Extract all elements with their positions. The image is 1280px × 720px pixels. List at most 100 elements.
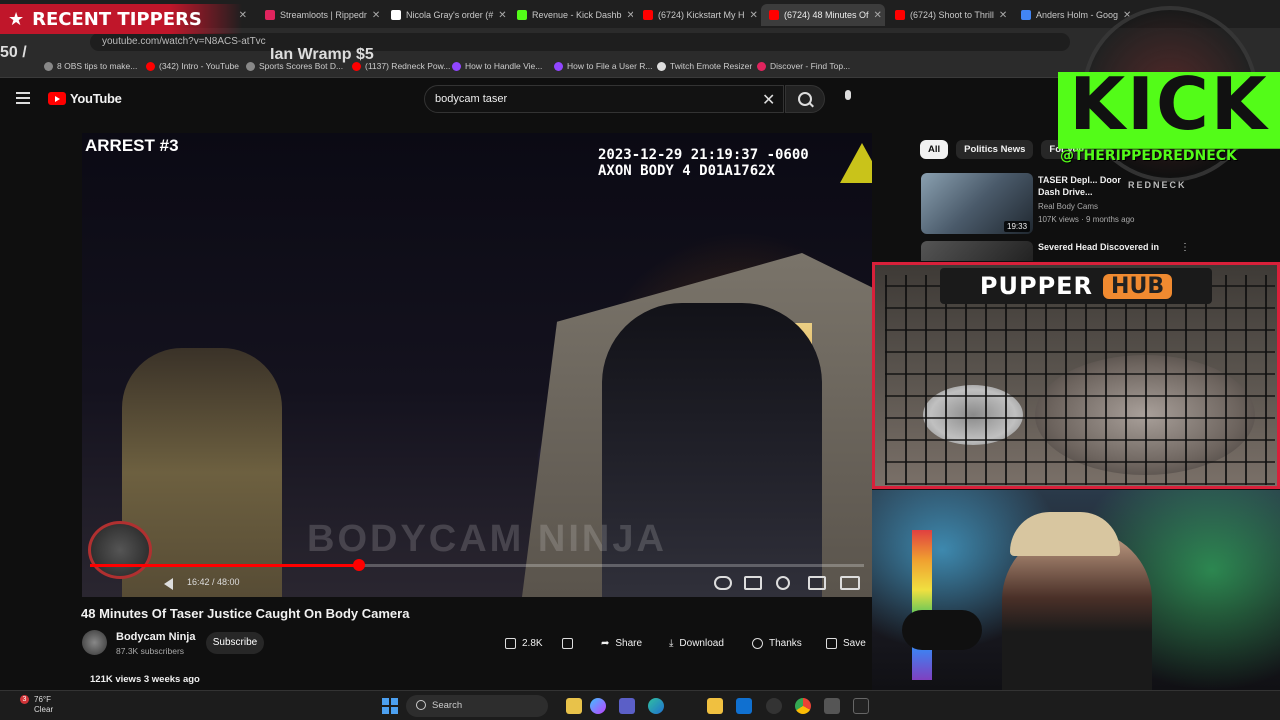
bookmark-item[interactable]: (342) Intro - YouTube: [146, 61, 239, 71]
save-playlist-icon: [826, 637, 837, 649]
bookmark-label: How to File a User R...: [567, 61, 653, 71]
settings-gear-icon[interactable]: [776, 576, 790, 590]
close-icon[interactable]: ✕: [627, 10, 633, 21]
thanks-label: Thanks: [769, 637, 802, 649]
bookmark-icon: [554, 61, 563, 71]
app-icon[interactable]: [824, 698, 840, 714]
thanks-button[interactable]: Thanks: [752, 632, 802, 654]
bookmark-label: (1137) Redneck Pow...: [365, 61, 451, 71]
microphone-icon[interactable]: [838, 87, 860, 109]
browser-tab[interactable]: (6724) Shoot to Thrill ✕: [887, 4, 1011, 26]
bookmark-item[interactable]: How to File a User R...: [554, 61, 653, 71]
download-arrow-icon: ⤓: [669, 637, 674, 649]
hub-word: HUB: [1103, 273, 1173, 299]
taskbar-search[interactable]: Search: [406, 695, 548, 717]
ticker-left: 50 /: [0, 44, 27, 61]
youtube-logo[interactable]: YouTube: [48, 91, 122, 106]
outlook-icon[interactable]: [736, 698, 752, 714]
tab-label: Revenue - Kick Dashb: [532, 10, 622, 20]
bookmark-item[interactable]: 8 OBS tips to make...: [44, 61, 137, 71]
bookmark-icon: [452, 61, 461, 71]
browser-tab[interactable]: Streamloots | Rippedr ✕: [257, 4, 381, 26]
save-button[interactable]: Save: [826, 632, 866, 654]
tab-label: (6724) Kickstart My H: [658, 10, 745, 20]
weather-widget[interactable]: 3 76°F Clear: [16, 695, 53, 715]
channel-watermark: BODYCAM NINJA: [307, 518, 667, 560]
tab-label: Streamloots | Rippedr: [280, 10, 367, 20]
dislike-button[interactable]: [562, 632, 573, 654]
video-arrest-label: ARREST #3: [85, 136, 179, 155]
star-icon: ★: [8, 8, 25, 30]
subscribe-button[interactable]: Subscribe: [206, 632, 264, 654]
youtube-logo-text: YouTube: [70, 91, 122, 106]
tab-favicon-icon: [769, 10, 779, 20]
recommendation-thumbnail[interactable]: [921, 241, 1033, 261]
thumbs-down-icon: [562, 637, 573, 649]
close-icon[interactable]: ✕: [750, 10, 758, 21]
tab-favicon-icon: [517, 10, 527, 20]
browser-tab[interactable]: Nicola Gray's order (# ✕: [383, 4, 507, 26]
chrome-icon[interactable]: [795, 698, 811, 714]
volume-icon[interactable]: [164, 578, 173, 590]
video-player[interactable]: ARREST #3 2023-12-29 21:19:37 -0600 AXON…: [82, 133, 872, 597]
windows-start-icon[interactable]: [382, 698, 398, 714]
channel-badge-logo: [88, 521, 152, 579]
tab-label: (6724) 48 Minutes Of: [784, 10, 869, 20]
close-icon[interactable]: ✕: [999, 10, 1007, 21]
tab-label: Anders Holm - Goog: [1036, 10, 1119, 20]
folder-icon[interactable]: [707, 698, 723, 714]
share-label: Share: [615, 637, 643, 649]
obs-icon[interactable]: [766, 698, 782, 714]
recent-tippers-banner: ★ RECENT TIPPERS: [0, 4, 242, 34]
channel-name[interactable]: Bodycam Ninja: [116, 631, 195, 643]
close-icon[interactable]: ✕: [372, 10, 380, 21]
chip-politics-news[interactable]: Politics News: [956, 140, 1034, 159]
recommendation-channel[interactable]: Real Body Cams: [1038, 202, 1098, 211]
browser-tab-active[interactable]: (6724) 48 Minutes Of ✕: [761, 4, 885, 26]
video-progress-knob[interactable]: [353, 559, 366, 571]
copilot-icon[interactable]: [590, 698, 606, 714]
captions-icon[interactable]: [744, 576, 762, 590]
monitor-app-icon[interactable]: [853, 698, 869, 714]
browser-tab[interactable]: (6724) Kickstart My H ✕: [635, 4, 759, 26]
teams-icon[interactable]: [619, 698, 635, 714]
view-count-date: 121K views 3 weeks ago: [90, 674, 200, 685]
channel-avatar[interactable]: [82, 630, 107, 655]
browser-tab[interactable]: Revenue - Kick Dashb ✕: [509, 4, 633, 26]
tab-favicon-icon: [643, 10, 653, 20]
close-icon[interactable]: ✕: [498, 10, 506, 21]
bookmark-label: 8 OBS tips to make...: [57, 61, 138, 71]
like-count: 2.8K: [522, 637, 543, 649]
autoplay-toggle-icon[interactable]: [714, 576, 732, 590]
channel-subscribers: 87.3K subscribers: [116, 646, 185, 656]
file-explorer-icon[interactable]: [566, 698, 582, 714]
close-icon[interactable]: ✕: [874, 10, 882, 21]
like-button[interactable]: 2.8K: [505, 632, 543, 654]
download-button[interactable]: ⤓ Download: [669, 632, 724, 654]
url-field[interactable]: youtube.com/watch?v=N8ACS-atTvc: [90, 33, 1070, 51]
recommendation-title[interactable]: TASER Depl... Door Dash Drive...: [1038, 174, 1128, 198]
chip-all[interactable]: All: [920, 140, 949, 159]
share-button[interactable]: ➦ Share: [601, 632, 642, 654]
clear-search-icon[interactable]: ✕: [762, 90, 775, 110]
bodycam-timestamp: 2023-12-29 21:19:37 -0600 AXON BODY 4 D0…: [598, 147, 809, 179]
youtube-play-icon: [48, 92, 66, 105]
video-progress-bar[interactable]: [90, 559, 864, 571]
bookmark-item[interactable]: Twitch Emote Resizer: [657, 61, 752, 71]
bookmark-item[interactable]: How to Handle Vie...: [452, 61, 542, 71]
thanks-heart-dollar-icon: [752, 637, 763, 649]
recommendation-title[interactable]: Severed Head Discovered in: [1038, 242, 1159, 252]
recommendation-duration: 19:33: [1004, 221, 1031, 232]
more-vert-icon[interactable]: ⋮: [1180, 242, 1190, 253]
video-progress-fill: [90, 564, 360, 567]
miniplayer-icon[interactable]: [808, 576, 826, 590]
hamburger-menu-icon[interactable]: [16, 92, 30, 104]
theater-mode-icon[interactable]: [840, 576, 860, 590]
download-label: Download: [679, 637, 724, 649]
bookmark-item[interactable]: Discover - Find Top...: [757, 61, 850, 71]
search-button[interactable]: [785, 85, 825, 113]
tab-favicon-icon: [265, 10, 275, 20]
search-input[interactable]: bodycam taser: [424, 85, 784, 113]
recent-tippers-label: RECENT TIPPERS: [32, 8, 202, 30]
edge-icon[interactable]: [648, 698, 664, 714]
